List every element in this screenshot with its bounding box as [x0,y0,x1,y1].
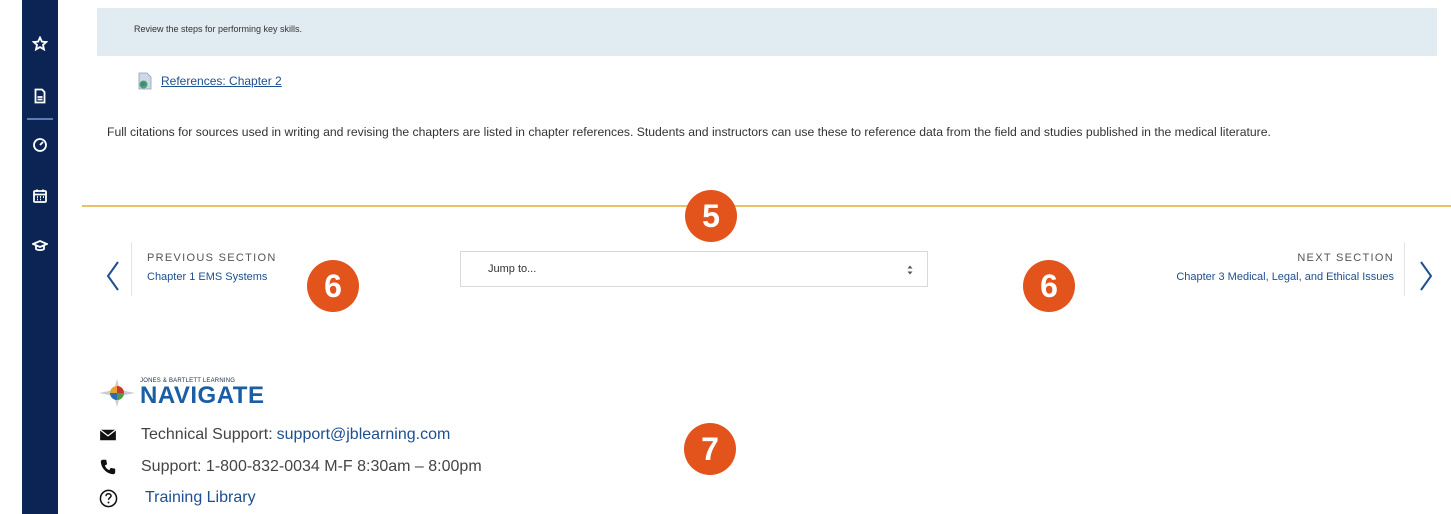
references-activity[interactable]: References: Chapter 2 [137,72,282,90]
callout-badge-6-left: 6 [307,260,359,312]
help-circle-icon [97,488,119,508]
document-icon[interactable] [22,84,58,108]
callout-badge-6-right: 6 [1023,260,1075,312]
next-section-title[interactable]: Chapter 3 Medical, Legal, and Ethical Is… [1071,271,1394,283]
skills-info-panel: Review the steps for performing key skil… [97,8,1437,56]
references-description: Full citations for sources used in writi… [107,125,1271,139]
callout-badge-5: 5 [685,190,737,242]
next-section-link[interactable]: NEXT SECTION Chapter 3 Medical, Legal, a… [1071,242,1405,296]
technical-support-label: Technical Support: [141,426,273,443]
technical-support-row: Technical Support: support@jblearning.co… [97,425,450,445]
star-icon[interactable] [22,32,58,56]
previous-section-link[interactable]: PREVIOUS SECTION Chapter 1 EMS Systems [131,242,301,296]
jump-to-select[interactable]: Jump to... [460,251,928,287]
chevron-right-icon[interactable] [1414,258,1438,294]
rail-divider [27,118,53,120]
phone-support-text: Support: 1-800-832-0034 M-F 8:30am – 8:0… [141,458,482,475]
envelope-icon [97,425,119,445]
compass-logo-icon [99,379,135,407]
references-chapter-2-link[interactable]: References: Chapter 2 [161,74,282,88]
phone-support-row: Support: 1-800-832-0034 M-F 8:30am – 8:0… [97,457,482,477]
phone-icon [97,457,119,477]
navigate-logo: JONES & BARTLETT LEARNING NAVIGATE [98,378,264,408]
left-rail [22,0,58,514]
chevron-left-icon[interactable] [101,258,125,294]
support-email-link[interactable]: support@jblearning.com [277,426,451,444]
section-divider [82,205,1451,207]
jump-to-placeholder: Jump to... [488,263,537,275]
logo-product-text: NAVIGATE [140,382,265,409]
calendar-icon[interactable] [22,184,58,208]
web-page-icon [138,72,152,90]
graduation-cap-icon[interactable] [22,234,58,258]
dashboard-gauge-icon[interactable] [22,133,58,157]
previous-section-kicker: PREVIOUS SECTION [147,252,277,264]
previous-section-title[interactable]: Chapter 1 EMS Systems [147,271,299,283]
select-caret-icon [907,265,913,275]
training-library-row: Training Library [97,488,256,508]
training-library-link[interactable]: Training Library [145,489,256,507]
callout-badge-7: 7 [684,423,736,475]
skills-info-text: Review the steps for performing key skil… [134,24,303,34]
next-section-kicker: NEXT SECTION [1297,252,1394,264]
